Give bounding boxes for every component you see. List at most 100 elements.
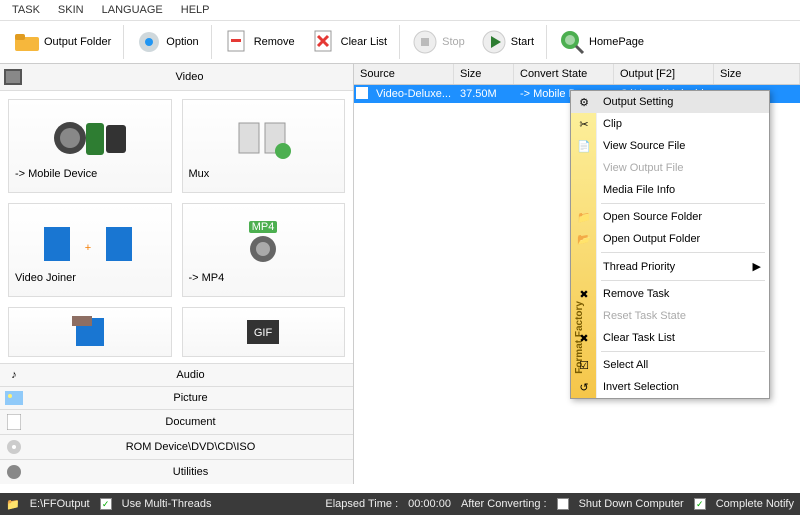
- category-label: Document: [28, 411, 353, 433]
- toolbar-separator: [123, 25, 124, 59]
- card-mkv[interactable]: [8, 307, 172, 357]
- card-gif[interactable]: GIF: [182, 307, 346, 357]
- menu-label: Select All: [603, 359, 648, 371]
- homepage-label: HomePage: [589, 36, 644, 48]
- menu-separator: [601, 280, 765, 281]
- table-header: Source Size Convert State Output [F2] Si…: [354, 64, 800, 85]
- menu-separator: [601, 351, 765, 352]
- homepage-button[interactable]: HomePage: [551, 25, 652, 59]
- picture-icon: [0, 387, 28, 409]
- category-utilities[interactable]: Utilities: [0, 459, 353, 484]
- col-state[interactable]: Convert State: [514, 64, 614, 84]
- col-size[interactable]: Size: [454, 64, 514, 84]
- document-icon: [0, 410, 28, 434]
- menu-label: Thread Priority: [603, 261, 675, 273]
- col-output[interactable]: Output [F2]: [614, 64, 714, 84]
- disc-icon: [0, 435, 28, 459]
- svg-text:MP4: MP4: [252, 221, 275, 233]
- menu-open-output-folder[interactable]: 📂Open Output Folder: [571, 228, 769, 250]
- card-label: Video Joiner: [9, 270, 82, 286]
- start-button[interactable]: Start: [473, 25, 542, 59]
- elapsed-label: Elapsed Time :: [325, 498, 398, 510]
- invert-icon: ↺: [576, 379, 592, 395]
- menu-clear-task-list[interactable]: ✖ Clear Task List: [571, 327, 769, 349]
- category-video-header[interactable]: Video: [0, 64, 353, 91]
- col-size2[interactable]: Size: [714, 64, 800, 84]
- menu-view-source-file[interactable]: 📄 View Source File: [571, 135, 769, 157]
- video-icon: [0, 69, 26, 85]
- col-source[interactable]: Source: [354, 64, 454, 84]
- menu-label: Clear Task List: [603, 332, 675, 344]
- status-bar: 📁 E:\FFOutput ✓ Use Multi-Threads Elapse…: [0, 493, 800, 515]
- category-picture[interactable]: Picture: [0, 386, 353, 409]
- stop-label: Stop: [442, 36, 465, 48]
- card-mux[interactable]: Mux: [182, 99, 346, 193]
- notify-label: Complete Notify: [716, 498, 794, 510]
- menu-invert-selection[interactable]: ↺ Invert Selection: [571, 376, 769, 398]
- menu-label: Media File Info: [603, 184, 675, 196]
- card-label: -> MP4: [183, 270, 231, 286]
- remove-button[interactable]: Remove: [216, 25, 303, 59]
- toolbar-separator: [211, 25, 212, 59]
- menu-reset-task-state: Reset Task State: [571, 305, 769, 327]
- menu-label: Remove Task: [603, 288, 669, 300]
- output-folder-button[interactable]: Output Folder: [6, 25, 119, 59]
- context-menu: Format Factory ⚙Output Setting ✂Clip 📄Vi…: [570, 90, 770, 399]
- menu-help[interactable]: HELP: [181, 4, 210, 16]
- category-rom[interactable]: ROM Device\DVD\CD\ISO: [0, 434, 353, 459]
- mkv-icon: [70, 308, 110, 356]
- folder-icon: [14, 29, 40, 55]
- menu-label: View Source File: [603, 140, 685, 152]
- elapsed-value: 00:00:00: [408, 498, 451, 510]
- multithread-checkbox[interactable]: ✓: [100, 498, 112, 510]
- file-icon: 📄: [576, 138, 592, 154]
- card-mobile-device[interactable]: -> Mobile Device: [8, 99, 172, 193]
- menu-media-file-info[interactable]: Media File Info: [571, 179, 769, 201]
- menu-skin[interactable]: SKIN: [58, 4, 84, 16]
- gear-icon: ⚙: [576, 94, 592, 110]
- menu-task[interactable]: TASK: [12, 4, 40, 16]
- clear-list-button[interactable]: Clear List: [303, 25, 395, 59]
- card-video-joiner[interactable]: + Video Joiner: [8, 203, 172, 297]
- folder-icon: 📁: [6, 498, 20, 511]
- gif-icon: GIF: [243, 308, 283, 356]
- clear-icon: ✖: [576, 330, 592, 346]
- audio-icon: ♪: [0, 365, 28, 385]
- clear-list-label: Clear List: [341, 36, 387, 48]
- menu-select-all[interactable]: ☑Select All: [571, 354, 769, 376]
- folder-open-icon: 📂: [576, 231, 592, 247]
- option-label: Option: [166, 36, 198, 48]
- option-button[interactable]: Option: [128, 25, 206, 59]
- menu-language[interactable]: LANGUAGE: [102, 4, 163, 16]
- menu-label: Invert Selection: [603, 381, 679, 393]
- utilities-icon: [0, 460, 28, 484]
- conversion-grid: -> Mobile Device Mux + Video Joiner MP4 …: [0, 91, 353, 363]
- chevron-right-icon: ▶: [753, 260, 761, 273]
- menu-separator: [601, 203, 765, 204]
- svg-text:+: +: [85, 242, 91, 254]
- notify-checkbox[interactable]: ✓: [694, 498, 706, 510]
- category-audio[interactable]: ♪Audio: [0, 363, 353, 386]
- menu-remove-task[interactable]: ✖Remove Task: [571, 283, 769, 305]
- folder-icon: 📁: [576, 209, 592, 225]
- start-icon: [481, 29, 507, 55]
- cell-source: Video-Deluxe...: [370, 85, 454, 103]
- shutdown-checkbox[interactable]: ✓: [557, 498, 569, 510]
- card-mp4[interactable]: MP4 -> MP4: [182, 203, 346, 297]
- card-label: -> Mobile Device: [9, 166, 103, 182]
- shutdown-label: Shut Down Computer: [579, 498, 684, 510]
- clear-icon: [311, 29, 337, 55]
- toolbar-separator: [399, 25, 400, 59]
- output-path[interactable]: E:\FFOutput: [30, 498, 90, 510]
- row-icon: [354, 85, 370, 103]
- category-document[interactable]: Document: [0, 409, 353, 434]
- joiner-icon: +: [40, 214, 140, 270]
- stop-button[interactable]: Stop: [404, 25, 473, 59]
- category-label: Utilities: [28, 461, 353, 483]
- after-converting-label: After Converting :: [461, 498, 547, 510]
- menu-thread-priority[interactable]: Thread Priority ▶: [571, 255, 769, 278]
- menu-clip[interactable]: ✂Clip: [571, 113, 769, 135]
- scissors-icon: ✂: [576, 116, 592, 132]
- menu-open-source-folder[interactable]: 📁Open Source Folder: [571, 206, 769, 228]
- menu-output-setting[interactable]: ⚙Output Setting: [571, 91, 769, 113]
